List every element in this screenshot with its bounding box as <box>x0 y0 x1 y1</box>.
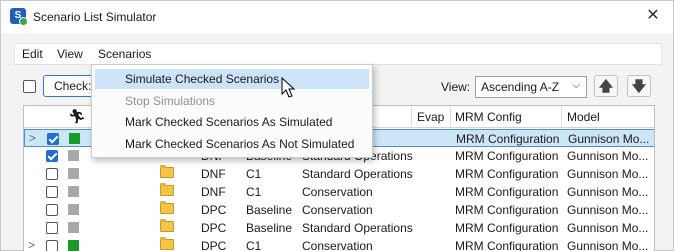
cell-operations: Conservation <box>302 185 373 199</box>
folder-icon <box>160 237 174 250</box>
status-indicator <box>68 150 79 161</box>
cell-scenario: C1 <box>246 239 262 251</box>
status-indicator <box>68 240 79 251</box>
chevron-down-icon: ⌵ <box>572 80 580 91</box>
cell-operations: Standard Operations <box>302 167 413 181</box>
status-indicator <box>68 204 79 215</box>
cell-mrm-config: MRM Configuration <box>455 239 559 251</box>
cell-model: Gunnison Mo... <box>567 149 649 163</box>
cell-model: Gunnison Mo... <box>568 132 650 146</box>
scenarios-menu-dropdown: Simulate Checked Scenarios Stop Simulati… <box>91 64 373 158</box>
menu-simulate-checked[interactable]: Simulate Checked Scenarios <box>95 69 369 89</box>
window-title: Scenario List Simulator <box>33 10 157 24</box>
cell-group: DNF <box>201 185 226 199</box>
cell-model: Gunnison Mo... <box>567 203 649 217</box>
row-checkbox[interactable] <box>46 240 58 251</box>
menu-scenarios[interactable]: Scenarios <box>98 47 151 61</box>
folder-icon <box>160 201 174 214</box>
row-checkbox[interactable] <box>46 168 58 180</box>
column-separator <box>450 106 451 128</box>
row-checkbox[interactable] <box>47 133 59 145</box>
cell-scenario: C1 <box>246 167 262 181</box>
cell-scenario: Baseline <box>246 221 293 235</box>
cell-model: Gunnison Mo... <box>567 185 649 199</box>
cell-group: DPC <box>201 221 227 235</box>
move-up-button[interactable]: 🡅 <box>594 75 618 97</box>
menu-mark-simulated[interactable]: Mark Checked Scenarios As Simulated <box>95 112 369 132</box>
view-label: View: <box>441 80 471 94</box>
row-checkbox[interactable] <box>46 204 58 216</box>
menu-bar: Edit View Scenarios <box>14 43 662 65</box>
table-row[interactable]: DPC Baseline Conservation MRM Configuration… <box>24 201 654 219</box>
running-person-icon[interactable]: 🏃︎ <box>68 108 86 125</box>
cell-mrm-config: MRM Configuration <box>455 203 559 217</box>
mouse-pointer-icon <box>281 77 295 98</box>
row-checkbox[interactable] <box>46 150 58 162</box>
cell-group: DPC <box>201 239 227 251</box>
view-sort-value: Ascending A-Z <box>481 80 560 94</box>
table-row[interactable]: DNF C1 Conservation MRM Configuration Gunnis… <box>24 183 654 201</box>
status-indicator <box>69 133 80 144</box>
folder-icon <box>160 165 174 178</box>
cell-model: Gunnison Mo... <box>567 239 649 251</box>
row-checkbox[interactable] <box>46 222 58 234</box>
menu-stop-simulations[interactable]: Stop Simulations <box>95 91 369 111</box>
cell-group: DPC <box>201 203 227 217</box>
folder-icon <box>160 219 174 232</box>
folder-icon <box>160 183 174 196</box>
cell-mrm-config: MRM Configuration <box>455 167 559 181</box>
view-sort-select[interactable]: Ascending A-Z ⌵ <box>475 76 587 98</box>
cell-mrm-config: MRM Configuration <box>455 221 559 235</box>
cell-mrm-config: MRM Configuration <box>455 185 559 199</box>
column-separator <box>561 106 562 128</box>
arrow-up-icon: 🡅 <box>598 78 614 94</box>
header-mrm-config[interactable]: MRM Config <box>455 110 522 124</box>
cell-operations: Conservation <box>302 203 373 217</box>
column-separator <box>411 106 412 128</box>
table-row[interactable]: DPC Baseline Standard Operations MRM Config… <box>24 219 654 237</box>
close-icon[interactable]: ✕ <box>643 6 663 26</box>
cell-model: Gunnison Mo... <box>567 221 649 235</box>
cell-mrm-config: MRM Configuration <box>456 132 560 146</box>
header-evap[interactable]: Evap <box>417 110 444 124</box>
move-down-button[interactable]: 🡇 <box>627 75 651 97</box>
header-model[interactable]: Model <box>567 110 600 124</box>
status-indicator <box>68 222 79 233</box>
cell-operations: Conservation <box>302 239 373 251</box>
table-row[interactable]: > DPC C1 Conservation MRM Configuration Gunni… <box>24 237 654 251</box>
cell-scenario: Baseline <box>246 203 293 217</box>
arrow-down-icon: 🡇 <box>631 78 647 94</box>
menu-mark-not-simulated[interactable]: Mark Checked Scenarios As Not Simulated <box>95 134 369 154</box>
cell-operations: Standard Operations <box>302 221 413 235</box>
cell-mrm-config: MRM Configuration <box>455 149 559 163</box>
expand-chevron-icon[interactable]: > <box>29 131 36 145</box>
cell-model: Gunnison Mo... <box>567 167 649 181</box>
expand-chevron-icon[interactable]: > <box>28 238 35 251</box>
status-indicator <box>68 168 79 179</box>
check-button[interactable]: Check: <box>43 75 95 97</box>
select-all-checkbox[interactable] <box>23 80 36 93</box>
app-window: S Scenario List Simulator ✕ Edit View Sc… <box>0 0 674 251</box>
cell-group: DNF <box>201 167 226 181</box>
app-logo-icon: S <box>10 8 28 26</box>
menu-edit[interactable]: Edit <box>22 47 43 61</box>
row-checkbox[interactable] <box>46 186 58 198</box>
status-indicator <box>68 186 79 197</box>
title-bar: S Scenario List Simulator ✕ <box>1 1 673 33</box>
menu-view[interactable]: View <box>57 47 83 61</box>
cell-scenario: C1 <box>246 185 262 199</box>
table-row[interactable]: DNF C1 Standard Operations MRM Configuratio… <box>24 165 654 183</box>
